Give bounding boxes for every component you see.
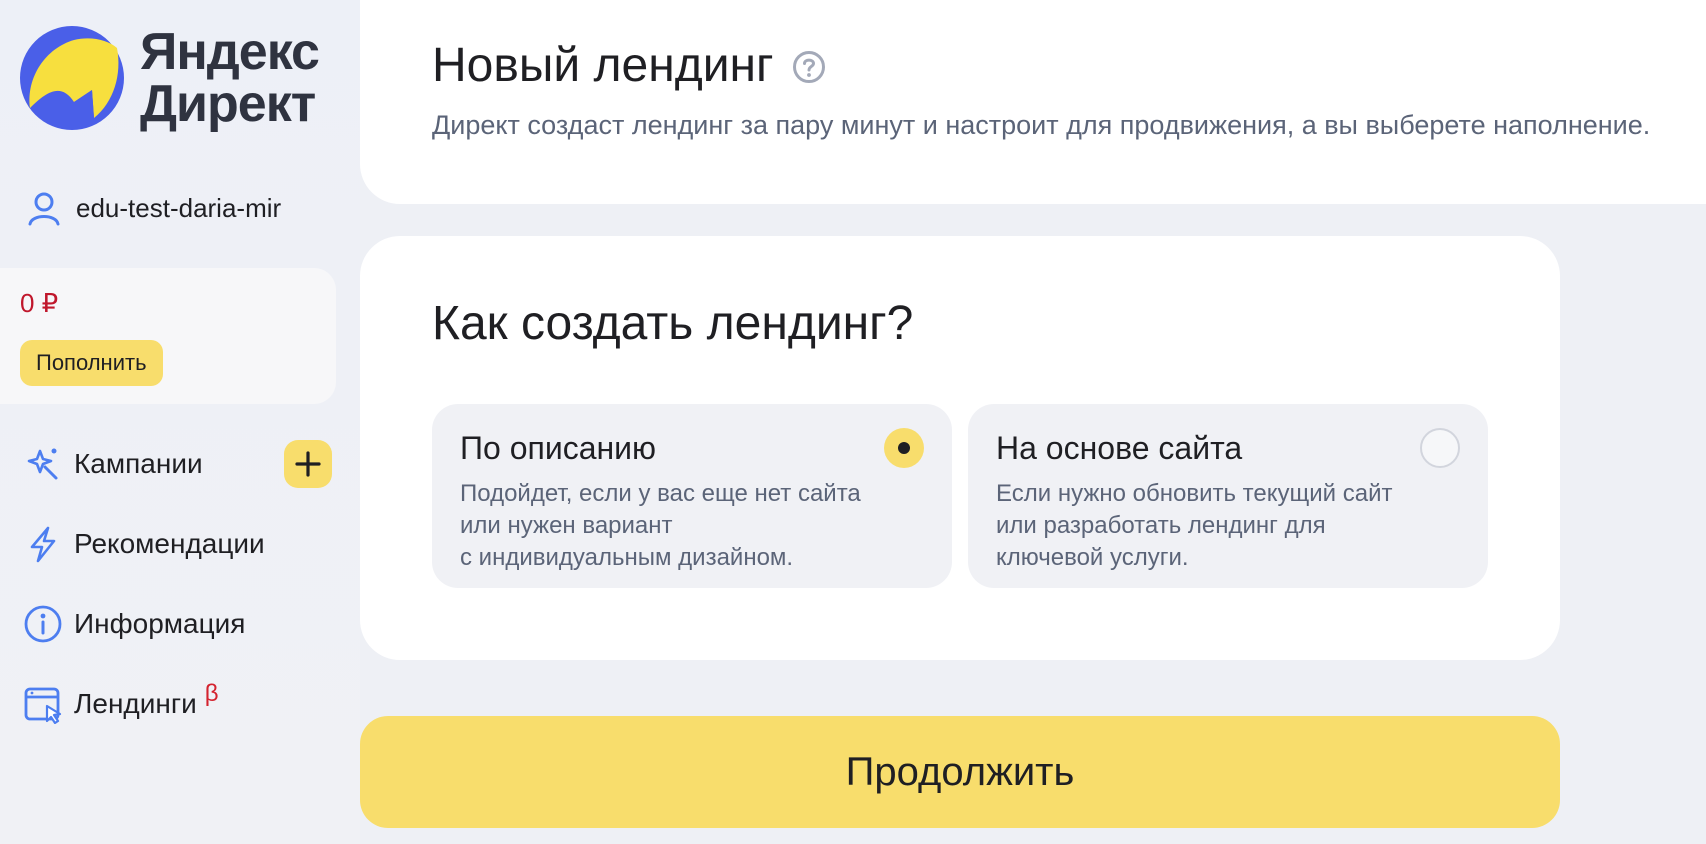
balance-value: 0 ₽ [20, 288, 59, 318]
landing-page-icon [22, 683, 64, 725]
creation-method-title: Как создать лендинг? [432, 297, 914, 350]
help-icon[interactable] [792, 50, 826, 84]
option-description-line: или разработать лендинг для [996, 512, 1326, 539]
option-based-on-site[interactable]: На основе сайта Если нужно обновить теку… [968, 404, 1488, 588]
continue-button[interactable]: Продолжить [360, 716, 1560, 828]
option-title: По описанию [460, 430, 657, 466]
radio-selected[interactable] [884, 428, 924, 468]
user-account[interactable]: edu-test-daria-mir [24, 188, 281, 228]
option-description-line: с индивидуальным дизайном. [460, 544, 794, 571]
plus-icon [295, 451, 321, 477]
logo-line-2: Директ [140, 75, 316, 133]
yandex-direct-logo-icon [20, 26, 124, 130]
yandex-direct-logo[interactable]: Яндекс Директ [16, 22, 336, 142]
creation-method-card: Как создать лендинг? По описанию Подойде… [360, 236, 1560, 660]
logo-line-1: Яндекс [140, 23, 320, 81]
page-title: Новый лендинг [432, 39, 774, 92]
sidebar-item-recommendations[interactable]: Рекомендации [22, 520, 332, 568]
sidebar-item-label: Лендинги [74, 688, 197, 719]
sidebar-item-information[interactable]: Информация [22, 600, 332, 648]
option-title: На основе сайта [996, 430, 1243, 466]
page-subtitle: Директ создаст лендинг за пару минут и н… [432, 110, 1651, 140]
beta-badge: β [204, 680, 219, 707]
info-icon [22, 603, 64, 645]
lightning-icon [22, 523, 64, 565]
sidebar-item-label: Рекомендации [74, 528, 265, 559]
logo-wordmark: Яндекс Директ [140, 23, 320, 133]
user-name: edu-test-daria-mir [76, 192, 282, 223]
topup-button[interactable]: Пополнить [20, 340, 163, 386]
add-campaign-button[interactable] [284, 440, 332, 488]
option-description-line: ключевой услуги. [996, 544, 1189, 571]
option-description: Подойдет, если у вас еще нет сайта или н… [460, 478, 880, 574]
sidebar: Яндекс Директ edu-test-daria-mir 0 ₽ Поп… [0, 0, 360, 844]
page-header: Новый лендинг Директ создаст лендинг за … [360, 0, 1706, 204]
user-icon [28, 192, 60, 226]
option-description-line: Подойдет, если у вас еще нет сайта [460, 480, 861, 507]
sidebar-item-label: Информация [74, 608, 246, 639]
option-by-description[interactable]: По описанию Подойдет, если у вас еще нет… [432, 404, 952, 588]
option-description-line: Если нужно обновить текущий сайт [996, 480, 1393, 507]
sidebar-item-campaigns[interactable]: Кампании [22, 440, 332, 488]
sparkle-wand-icon [22, 443, 64, 485]
sidebar-item-label: Кампании [74, 448, 203, 479]
balance-card: 0 ₽ Пополнить [0, 268, 336, 404]
radio-unselected[interactable] [1420, 428, 1460, 468]
option-description-line: или нужен вариант [460, 512, 673, 539]
sidebar-item-landings[interactable]: Лендинги β [22, 680, 332, 728]
option-description: Если нужно обновить текущий сайт или раз… [996, 478, 1416, 574]
